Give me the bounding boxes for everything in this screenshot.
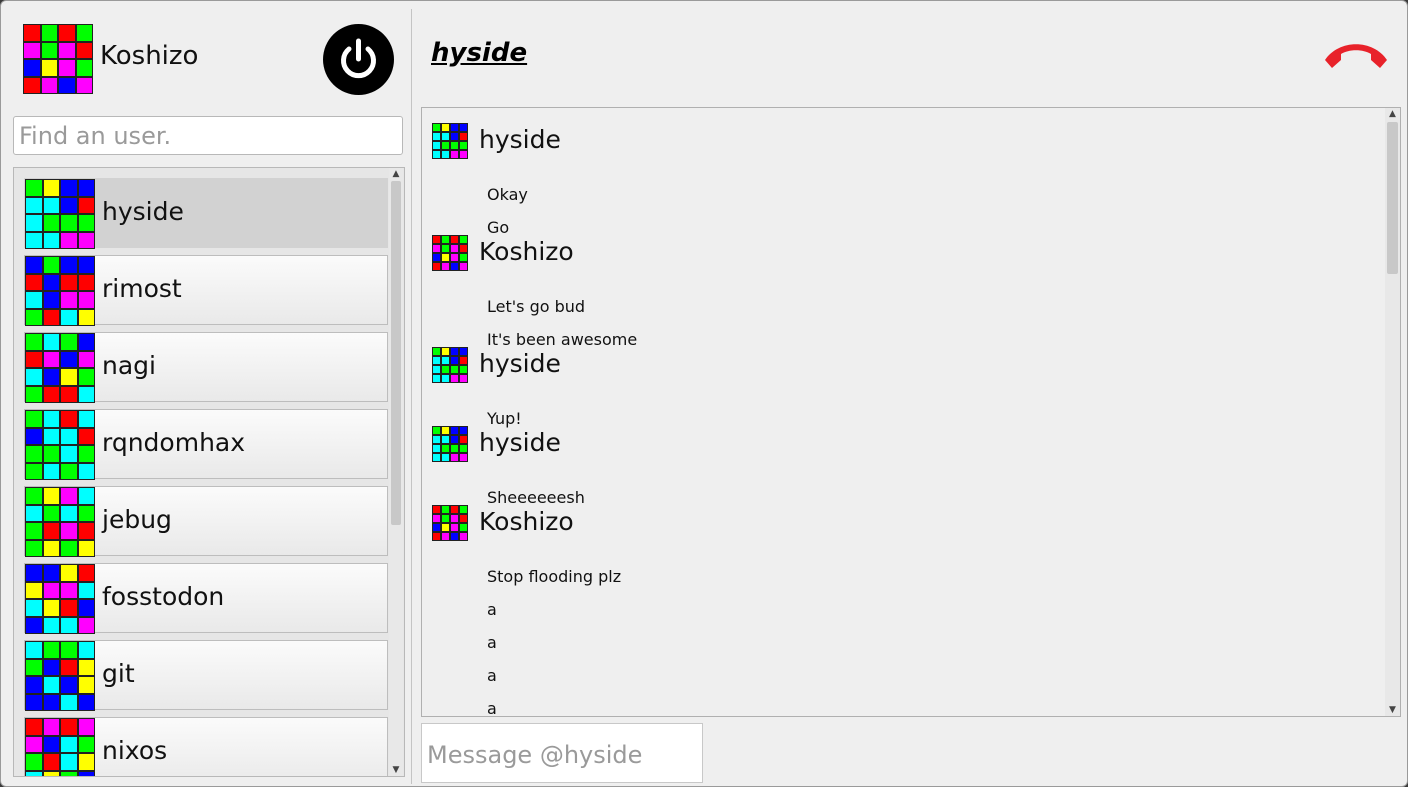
author-avatar — [432, 235, 468, 271]
message-text: a — [487, 600, 497, 619]
user-list-item[interactable]: jebug — [24, 486, 388, 557]
author-avatar — [432, 505, 468, 541]
chat-title: hyside — [431, 38, 528, 68]
scroll-up-icon[interactable]: ▲ — [389, 169, 403, 179]
message-text: a — [487, 666, 497, 685]
hang-up-button[interactable] — [1321, 39, 1391, 73]
user-list-item[interactable]: nixos — [24, 717, 388, 776]
phone-hangup-icon — [1325, 44, 1387, 68]
user-name: git — [102, 659, 135, 688]
user-list-item[interactable]: nagi — [24, 332, 388, 403]
user-avatar — [25, 487, 95, 557]
logout-button[interactable] — [323, 24, 394, 95]
pane-divider[interactable] — [411, 9, 412, 784]
message-text: Okay — [487, 185, 528, 204]
message-list: hyside Okay Go Koshizo Let's go bud It's been… — [421, 107, 1401, 717]
user-list-item[interactable]: rqndomhax — [24, 409, 388, 480]
author-name: hyside — [479, 125, 561, 154]
current-user-name: Koshizo — [100, 41, 199, 71]
message-text: Yup! — [487, 409, 522, 428]
user-list-item[interactable]: rimost — [24, 255, 388, 326]
message-text: Sheeeeeesh — [487, 488, 585, 507]
user-name: jebug — [102, 505, 172, 534]
user-avatar — [25, 333, 95, 403]
user-list-item[interactable]: hyside — [24, 178, 388, 249]
user-name: rimost — [102, 274, 182, 303]
message-text: a — [487, 699, 497, 717]
author-name: hyside — [479, 349, 561, 378]
power-icon — [341, 38, 376, 79]
user-avatar — [25, 718, 95, 776]
user-list-scroll-thumb[interactable] — [391, 181, 401, 525]
user-name: rqndomhax — [102, 428, 246, 457]
author-avatar — [432, 426, 468, 462]
message-scrollbar[interactable]: ▲ ▼ — [1385, 108, 1400, 716]
message-text: Stop flooding plz — [487, 567, 622, 586]
user-avatar — [25, 256, 95, 326]
message-text: Go — [487, 218, 510, 237]
user-list-scrollbar[interactable]: ▲ ▼ — [389, 168, 403, 776]
user-name: hyside — [102, 197, 184, 226]
user-name: nagi — [102, 351, 156, 380]
author-name: hyside — [479, 428, 561, 457]
message-text: It's been awesome — [487, 330, 638, 349]
user-avatar — [25, 410, 95, 480]
user-search-input[interactable] — [13, 116, 403, 155]
scroll-up-icon[interactable]: ▲ — [1385, 109, 1400, 119]
author-avatar — [432, 347, 468, 383]
scroll-down-icon[interactable]: ▼ — [1385, 705, 1400, 715]
message-text: Let's go bud — [487, 297, 586, 316]
message-input[interactable] — [421, 723, 703, 783]
app-window: Koshizo nixosgitfosstodonjebugrqndomhaxn… — [0, 0, 1408, 787]
user-avatar — [25, 641, 95, 711]
user-avatar — [25, 564, 95, 634]
user-avatar — [25, 179, 95, 249]
scroll-down-icon[interactable]: ▼ — [389, 765, 403, 775]
message-scroll-thumb[interactable] — [1387, 122, 1398, 274]
user-list-item[interactable]: fosstodon — [24, 563, 388, 634]
author-name: Koshizo — [479, 237, 574, 266]
author-name: Koshizo — [479, 507, 574, 536]
user-list-item[interactable]: git — [24, 640, 388, 711]
user-list: nixos git fosstodon jebug rqndomhax nagi rimos… — [13, 167, 405, 777]
message-text: a — [487, 633, 497, 652]
user-name: fosstodon — [102, 582, 225, 611]
user-name: nixos — [102, 736, 168, 765]
current-user-avatar — [23, 24, 93, 94]
author-avatar — [432, 123, 468, 159]
